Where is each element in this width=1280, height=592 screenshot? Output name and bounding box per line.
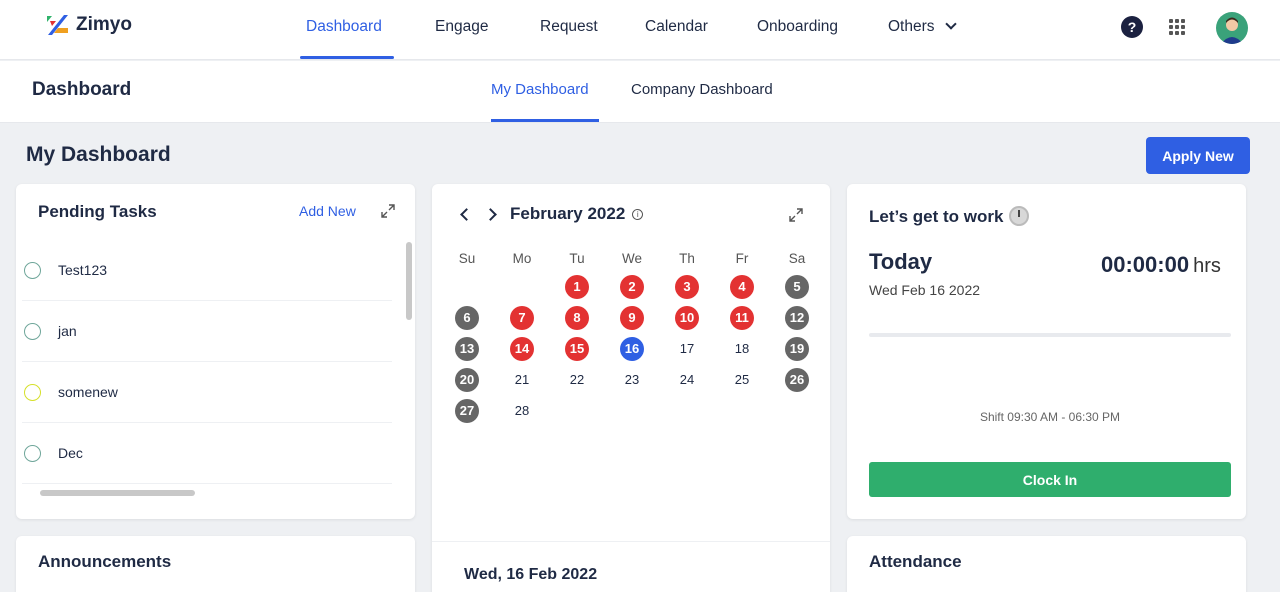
work-title: Let’s get to work	[869, 202, 1030, 227]
calendar-day[interactable]: 15	[565, 337, 589, 361]
avatar-icon	[1221, 17, 1243, 44]
user-avatar[interactable]	[1216, 12, 1248, 44]
task-item[interactable]: jan	[22, 301, 392, 362]
next-month-icon[interactable]	[484, 205, 500, 223]
calendar-day[interactable]: 13	[455, 337, 479, 361]
task-item[interactable]: Test123	[22, 240, 392, 301]
calendar-day[interactable]: 27	[455, 399, 479, 423]
divider	[432, 541, 830, 542]
work-title-text: Let’s get to work	[869, 207, 1004, 226]
tab-my-dashboard[interactable]: My Dashboard	[491, 81, 589, 98]
horizontal-scrollbar[interactable]	[40, 490, 195, 496]
calendar-day[interactable]: 19	[785, 337, 809, 361]
expand-icon[interactable]	[381, 204, 395, 218]
apply-new-button[interactable]: Apply New	[1146, 137, 1250, 174]
logo-text: Zimyo	[76, 14, 132, 35]
info-icon[interactable]: i	[632, 208, 644, 220]
nav-others[interactable]: Others	[888, 0, 957, 60]
expand-icon[interactable]	[789, 208, 803, 222]
calendar-day[interactable]: 21	[510, 368, 534, 392]
calendar-day[interactable]: 11	[730, 306, 754, 330]
calendar-day[interactable]: 8	[565, 306, 589, 330]
weekday-label: Sa	[788, 251, 806, 266]
task-item[interactable]: somenew	[22, 362, 392, 423]
task-label: Test123	[58, 262, 108, 278]
calendar-day[interactable]: 20	[455, 368, 479, 392]
active-nav-indicator	[300, 56, 394, 59]
announcements-title: Announcements	[38, 552, 172, 571]
calendar-day[interactable]: 1	[565, 275, 589, 299]
calendar-day[interactable]: 7	[510, 306, 534, 330]
nav-request[interactable]: Request	[540, 0, 598, 60]
task-label: Dec	[58, 445, 83, 461]
calendar-day[interactable]: 25	[730, 368, 754, 392]
calendar-day[interactable]: 28	[510, 399, 534, 423]
zimyo-logo[interactable]: Zimyo	[44, 12, 132, 38]
zimyo-logo-icon	[47, 15, 68, 35]
attendance-title: Attendance	[869, 552, 962, 571]
task-status-circle[interactable]	[24, 262, 41, 279]
page-title: My Dashboard	[26, 143, 171, 166]
calendar-header: February 2022 i	[458, 204, 644, 224]
calendar-day[interactable]: 26	[785, 368, 809, 392]
task-label: jan	[58, 323, 77, 339]
task-item[interactable]: Dec	[22, 423, 392, 484]
selected-date: Wed, 16 Feb 2022	[464, 566, 598, 583]
calendar-day[interactable]: 17	[675, 337, 699, 361]
weekday-label: Tu	[569, 251, 585, 266]
pending-tasks-title: Pending Tasks	[38, 202, 157, 221]
nav-calendar[interactable]: Calendar	[645, 0, 708, 60]
weekday-label: Mo	[512, 251, 532, 266]
calendar-day[interactable]: 4	[730, 275, 754, 299]
calendar-day[interactable]: 14	[510, 337, 534, 361]
task-label: somenew	[58, 384, 118, 400]
nav-engage[interactable]: Engage	[435, 0, 488, 60]
weekday-label: We	[621, 251, 642, 266]
nav-dashboard[interactable]: Dashboard	[306, 0, 382, 60]
calendar-day[interactable]: 2	[620, 275, 644, 299]
apps-grid-icon[interactable]	[1169, 19, 1185, 35]
weekday-label: Su	[458, 251, 476, 266]
nav-others-label: Others	[888, 18, 935, 35]
calendar-day[interactable]: 18	[730, 337, 754, 361]
calendar-day[interactable]: 23	[620, 368, 644, 392]
today-label: Today	[869, 249, 933, 274]
add-new-task-link[interactable]: Add New	[299, 203, 356, 219]
weekday-label: Th	[679, 251, 695, 266]
task-status-circle[interactable]	[24, 323, 41, 340]
calendar-day[interactable]: 16	[620, 337, 644, 361]
clock-in-button[interactable]: Clock In	[869, 462, 1231, 497]
sub-header: Dashboard My Dashboard Company Dashboard	[0, 61, 1280, 123]
calendar-day[interactable]: 9	[620, 306, 644, 330]
stopwatch-icon	[1009, 206, 1030, 226]
timer-unit: hrs	[1193, 255, 1221, 277]
calendar-day[interactable]: 6	[455, 306, 479, 330]
nav-onboarding[interactable]: Onboarding	[757, 0, 838, 60]
shift-timing: Shift 09:30 AM - 06:30 PM	[979, 410, 1121, 424]
weekday-label: Fr	[735, 251, 749, 266]
tab-company-dashboard[interactable]: Company Dashboard	[631, 81, 773, 98]
active-tab-indicator	[491, 119, 599, 122]
calendar-day[interactable]: 22	[565, 368, 589, 392]
today-date: Wed Feb 16 2022	[869, 282, 981, 298]
prev-month-icon[interactable]	[458, 205, 474, 223]
top-navbar: Zimyo Dashboard Engage Request Calendar …	[0, 0, 1280, 60]
task-status-circle[interactable]	[24, 384, 41, 401]
calendar-month: February 2022	[510, 204, 626, 223]
calendar-day[interactable]: 3	[675, 275, 699, 299]
work-timer: 00:00:00 hrs	[1101, 252, 1221, 278]
calendar-day[interactable]: 12	[785, 306, 809, 330]
vertical-scrollbar[interactable]	[406, 242, 412, 320]
calendar-day[interactable]: 24	[675, 368, 699, 392]
task-status-circle[interactable]	[24, 445, 41, 462]
section-title: Dashboard	[32, 79, 132, 100]
help-icon[interactable]: ?	[1121, 16, 1143, 38]
work-progress-bar	[869, 333, 1231, 337]
calendar-day[interactable]: 5	[785, 275, 809, 299]
timer-value: 00:00:00	[1101, 252, 1190, 277]
chevron-down-icon	[944, 18, 957, 30]
calendar-day[interactable]: 10	[675, 306, 699, 330]
